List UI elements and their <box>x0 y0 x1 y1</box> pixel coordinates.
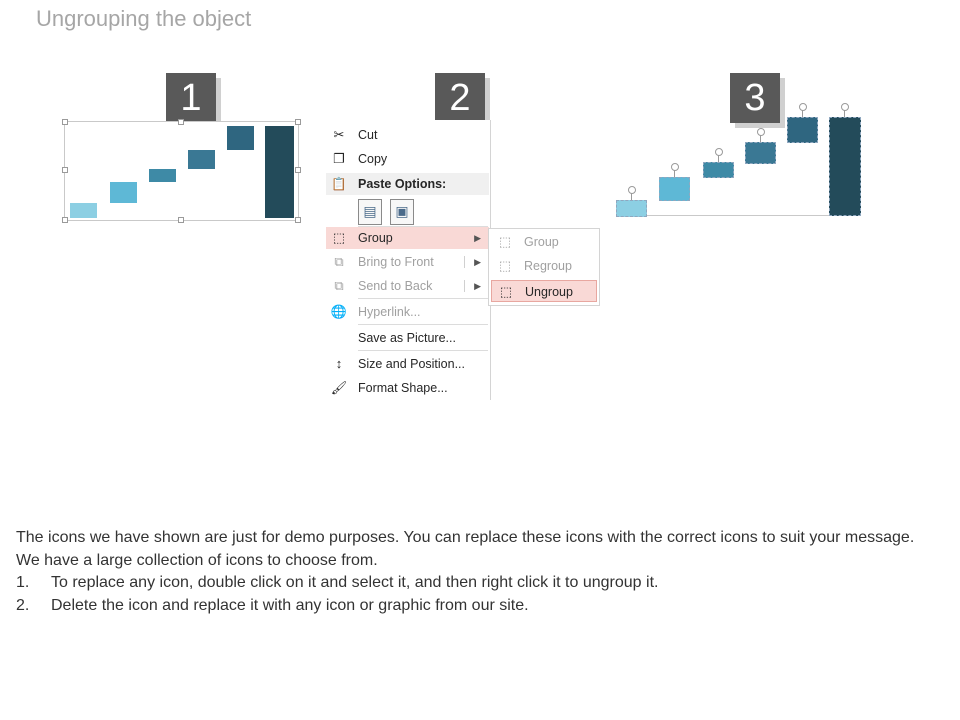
selection-handle[interactable] <box>295 217 301 223</box>
submenu-item-ungroup[interactable]: ⬚ Ungroup <box>491 280 597 302</box>
selection-handle[interactable] <box>295 167 301 173</box>
list-item: 1. To replace any icon, double click on … <box>16 574 659 591</box>
ungroup-icon: ⬚ <box>499 284 513 299</box>
ungrouped-shape[interactable] <box>787 117 818 143</box>
menu-item-copy[interactable]: ❐ Copy <box>326 148 489 170</box>
chart-bar <box>149 169 176 182</box>
group-icon: ⬚ <box>332 230 346 245</box>
list-item: 2. Delete the icon and replace it with a… <box>16 596 529 614</box>
rotation-handle[interactable] <box>757 128 765 136</box>
scissors-icon: ✂ <box>333 127 345 142</box>
rotation-handle[interactable] <box>715 148 723 156</box>
hyperlink-icon: 🌐 <box>330 304 348 319</box>
ungrouped-shape[interactable] <box>616 200 647 217</box>
menu-item-group[interactable]: ⬚ Group ▶ <box>326 227 489 249</box>
regroup-icon: ⬚ <box>498 258 512 273</box>
chevron-right-icon: ▶ <box>474 233 481 243</box>
paste-options-header: 📋 Paste Options: <box>326 173 489 195</box>
slide-title: Ungrouping the object <box>36 6 252 31</box>
rotation-handle[interactable] <box>628 186 636 194</box>
chart-bar <box>110 182 137 203</box>
menu-item-save-as-picture[interactable]: Save as Picture... <box>326 327 489 349</box>
ungrouped-shape[interactable] <box>829 117 861 216</box>
rotation-handle[interactable] <box>841 103 849 111</box>
intro-paragraph: The icons we have shown are just for dem… <box>16 529 915 569</box>
selection-handle[interactable] <box>62 119 68 125</box>
submenu-item-regroup[interactable]: ⬚ Regroup <box>491 255 597 277</box>
format-shape-icon: 🖌 <box>330 380 348 395</box>
ungrouped-shape[interactable] <box>745 142 776 164</box>
selection-handle[interactable] <box>178 217 184 223</box>
menu-item-send-to-back[interactable]: ⧉ Send to Back ▶ <box>326 275 489 297</box>
chart-bar <box>227 126 254 150</box>
chart-bar <box>265 126 294 218</box>
menu-item-size-and-position[interactable]: ↕ Size and Position... <box>326 353 489 375</box>
instructions-text: The icons we have shown are just for dem… <box>16 527 941 617</box>
step-badge-1: 1 <box>166 73 216 123</box>
group-submenu: ⬚ Group ⬚ Regroup ⬚ Ungroup <box>488 228 600 306</box>
menu-item-hyperlink[interactable]: 🌐 Hyperlink... <box>326 301 489 323</box>
menu-item-format-shape[interactable]: 🖌 Format Shape... <box>326 377 489 399</box>
menu-item-cut[interactable]: ✂ Cut <box>326 124 489 146</box>
submenu-item-group[interactable]: ⬚ Group <box>491 231 597 253</box>
selection-handle[interactable] <box>178 119 184 125</box>
send-to-back-icon: ⧉ <box>334 278 344 293</box>
group-icon: ⬚ <box>498 234 512 249</box>
bring-to-front-icon: ⧉ <box>334 254 344 269</box>
menu-separator <box>358 324 488 325</box>
rotation-handle[interactable] <box>671 163 679 171</box>
paste-icon: 📋 <box>331 177 347 191</box>
copy-icon: ❐ <box>333 151 345 166</box>
selection-handle[interactable] <box>295 119 301 125</box>
selection-handle[interactable] <box>62 167 68 173</box>
selection-handle[interactable] <box>62 217 68 223</box>
chart-bar <box>188 150 215 169</box>
paste-picture-icon[interactable]: ▣ <box>390 199 414 225</box>
menu-item-bring-to-front[interactable]: ⧉ Bring to Front ▶ <box>326 251 489 273</box>
step-badge-3: 3 <box>730 73 780 123</box>
grouped-chart-object[interactable] <box>62 119 301 223</box>
paste-keep-formatting-icon[interactable]: ▤ <box>358 199 382 225</box>
rotation-handle[interactable] <box>799 103 807 111</box>
baseline <box>616 215 860 216</box>
step-badge-2: 2 <box>435 73 485 123</box>
split-divider <box>464 256 465 268</box>
menu-separator <box>358 298 488 299</box>
ungrouped-shape[interactable] <box>659 177 690 201</box>
chart-bar <box>70 203 97 218</box>
context-menu: ✂ Cut ❐ Copy 📋 Paste Options: ▤ ▣ ⬚ Grou… <box>320 120 491 400</box>
chevron-right-icon: ▶ <box>474 257 481 267</box>
menu-separator <box>358 350 488 351</box>
ungrouped-shape[interactable] <box>703 162 734 178</box>
chevron-right-icon: ▶ <box>474 281 481 291</box>
split-divider <box>464 280 465 292</box>
size-position-icon: ↕ <box>335 356 343 371</box>
